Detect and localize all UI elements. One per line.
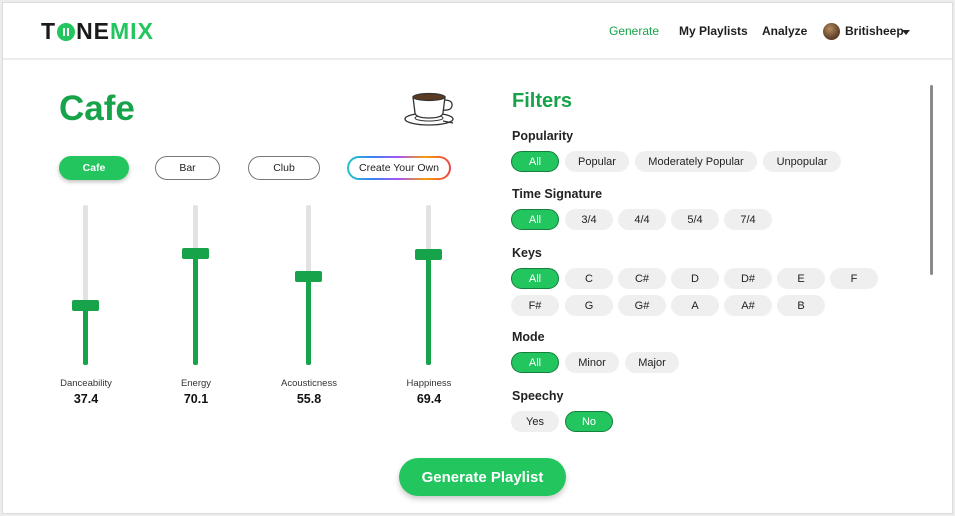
key-chip-f-sharp[interactable]: F# bbox=[511, 295, 559, 316]
slider-label: Danceability bbox=[60, 378, 112, 389]
key-chip-f[interactable]: F bbox=[830, 268, 878, 289]
mood-title: Cafe bbox=[59, 89, 135, 128]
mode-chip-minor[interactable]: Minor bbox=[565, 352, 619, 373]
preset-bar-button[interactable]: Bar bbox=[155, 156, 220, 180]
coffee-cup-icon bbox=[404, 92, 454, 126]
key-chip-c[interactable]: C bbox=[565, 268, 613, 289]
speechy-chip-yes[interactable]: Yes bbox=[511, 411, 559, 432]
slider-thumb[interactable] bbox=[182, 248, 209, 259]
key-chip-all[interactable]: All bbox=[511, 268, 559, 289]
key-chip-d-sharp[interactable]: D# bbox=[724, 268, 772, 289]
pause-icon bbox=[57, 22, 76, 41]
speechy-label: Speechy bbox=[512, 389, 564, 403]
key-chip-a-sharp[interactable]: A# bbox=[724, 295, 772, 316]
preset-club-button[interactable]: Club bbox=[248, 156, 320, 180]
slider-label: Happiness bbox=[406, 378, 452, 389]
speechy-chip-no[interactable]: No bbox=[565, 411, 613, 432]
time-signature-chip-all[interactable]: All bbox=[511, 209, 559, 230]
time-signature-chip-7-4[interactable]: 7/4 bbox=[724, 209, 772, 230]
app-window: T NE MIX Generate My Playlists Analyze Bri… bbox=[2, 2, 953, 514]
slider-thumb[interactable] bbox=[295, 271, 322, 282]
happiness-slider[interactable]: Happiness 69.4 bbox=[384, 205, 474, 406]
tonemix-logo[interactable]: T NE MIX bbox=[41, 18, 154, 45]
slider-thumb[interactable] bbox=[415, 249, 442, 260]
acousticness-slider[interactable]: Acousticness 55.8 bbox=[264, 205, 354, 406]
slider-label: Acousticness bbox=[281, 378, 337, 389]
mode-chip-major[interactable]: Major bbox=[625, 352, 679, 373]
popularity-chip-popular[interactable]: Popular bbox=[565, 151, 629, 172]
key-chip-e[interactable]: E bbox=[777, 268, 825, 289]
user-avatar[interactable] bbox=[823, 23, 840, 40]
generate-playlist-button[interactable]: Generate Playlist bbox=[399, 458, 566, 496]
nav-generate[interactable]: Generate bbox=[609, 24, 659, 38]
top-nav-bar: T NE MIX Generate My Playlists Analyze Bri… bbox=[3, 3, 952, 60]
key-chip-g-sharp[interactable]: G# bbox=[618, 295, 666, 316]
key-chip-b[interactable]: B bbox=[777, 295, 825, 316]
popularity-chip-all[interactable]: All bbox=[511, 151, 559, 172]
slider-value: 69.4 bbox=[416, 392, 442, 406]
popularity-chip-moderately-popular[interactable]: Moderately Popular bbox=[635, 151, 757, 172]
time-signature-chip-4-4[interactable]: 4/4 bbox=[618, 209, 666, 230]
slider-fill bbox=[83, 305, 88, 365]
slider-fill bbox=[426, 254, 431, 365]
filters-title: Filters bbox=[512, 90, 573, 112]
nav-analyze[interactable]: Analyze bbox=[762, 24, 807, 38]
slider-value: 37.4 bbox=[73, 392, 99, 406]
slider-thumb[interactable] bbox=[72, 300, 99, 311]
key-chip-a[interactable]: A bbox=[671, 295, 719, 316]
logo-letter-t: T bbox=[41, 18, 57, 44]
time-signature-chip-3-4[interactable]: 3/4 bbox=[565, 209, 613, 230]
mode-chip-all[interactable]: All bbox=[511, 352, 559, 373]
key-chip-d[interactable]: D bbox=[671, 268, 719, 289]
key-chip-c-sharp[interactable]: C# bbox=[618, 268, 666, 289]
nav-my-playlists[interactable]: My Playlists bbox=[679, 24, 748, 38]
slider-fill bbox=[306, 276, 311, 365]
slider-fill bbox=[193, 253, 198, 365]
keys-label: Keys bbox=[512, 246, 542, 260]
danceability-slider[interactable]: Danceability 37.4 bbox=[41, 205, 131, 406]
user-menu-name[interactable]: Britisheep bbox=[845, 24, 904, 38]
vertical-scrollbar[interactable] bbox=[930, 85, 933, 275]
slider-value: 70.1 bbox=[183, 392, 209, 406]
preset-cafe-button[interactable]: Cafe bbox=[59, 156, 129, 180]
energy-slider[interactable]: Energy 70.1 bbox=[151, 205, 241, 406]
slider-label: Energy bbox=[180, 378, 212, 389]
popularity-chip-unpopular[interactable]: Unpopular bbox=[763, 151, 841, 172]
mode-label: Mode bbox=[512, 330, 545, 344]
preset-create-your-own-button[interactable]: Create Your Own bbox=[347, 156, 451, 180]
key-chip-g[interactable]: G bbox=[565, 295, 613, 316]
time-signature-label: Time Signature bbox=[512, 187, 603, 201]
time-signature-chip-5-4[interactable]: 5/4 bbox=[671, 209, 719, 230]
chevron-down-icon[interactable] bbox=[902, 30, 910, 35]
logo-letters-mix: MIX bbox=[110, 18, 154, 44]
logo-letters-ne: NE bbox=[76, 18, 111, 44]
popularity-label: Popularity bbox=[512, 129, 574, 143]
slider-value: 55.8 bbox=[296, 392, 322, 406]
